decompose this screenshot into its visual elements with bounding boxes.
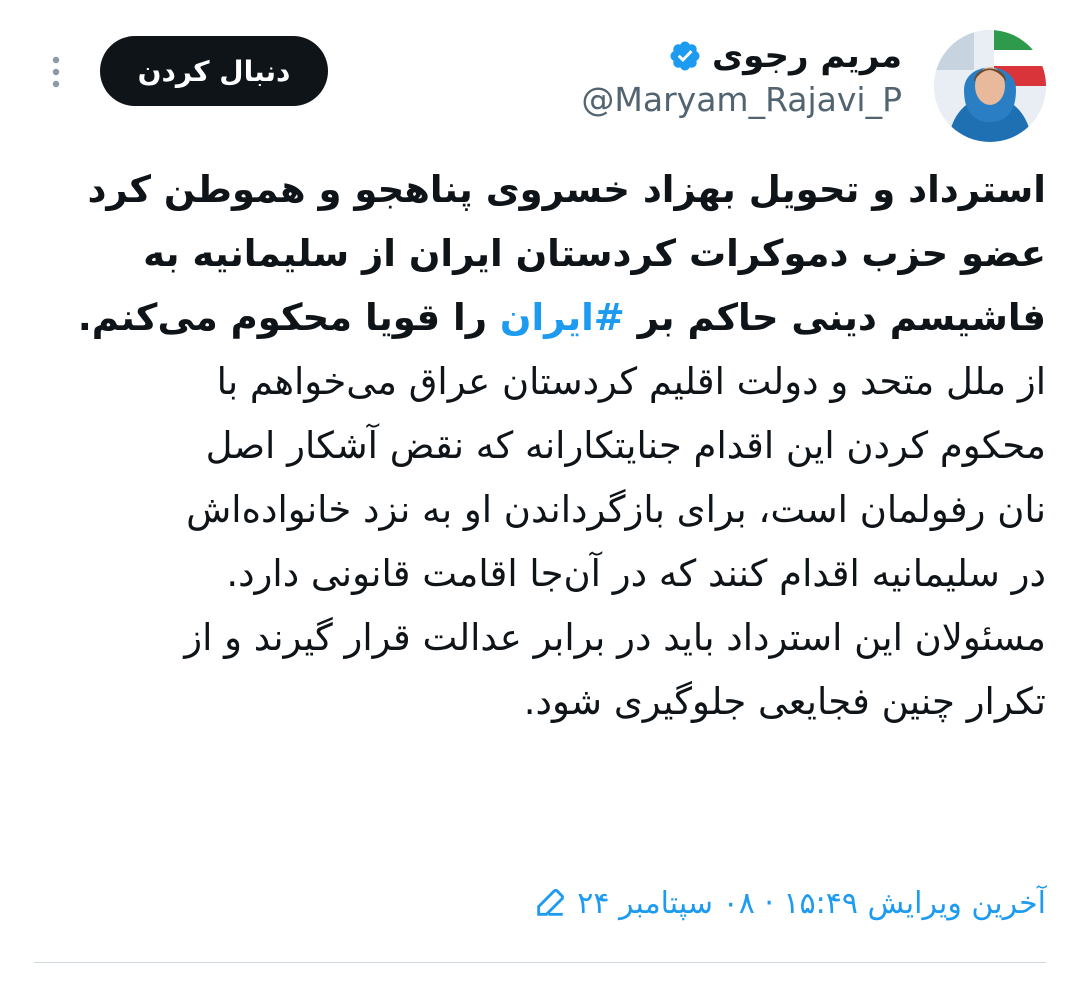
tweet-line: از ملل متحد و دولت اقلیم کردستان عراق می… <box>216 360 1046 403</box>
edit-pencil-icon <box>533 886 567 920</box>
tweet-line: استرداد و تحویل بهزاد خسروی پناهجو و همو… <box>87 168 1046 211</box>
tweet-text-segment: را قویا محکوم می‌کنم. <box>77 296 500 339</box>
author-name-row[interactable]: مریم رجوی <box>668 30 902 82</box>
divider <box>34 962 1046 963</box>
tweet-line: نان رفولمان است، برای بازگرداندن او به ن… <box>186 488 1046 531</box>
tweet-line: فاشیسم دینی حاکم بر #ایران را قویا محکوم… <box>36 286 1046 350</box>
tweet-line: محکوم کردن این اقدام جنایتکارانه که نقض … <box>205 424 1046 467</box>
follow-button[interactable]: دنبال کردن <box>100 36 328 106</box>
author-handle[interactable]: @Maryam_Rajavi_P <box>581 80 902 119</box>
tweet-line: تکرار چنین فجایعی جلوگیری شود. <box>523 680 1046 723</box>
verified-badge-icon <box>668 39 702 73</box>
tweet-line: در سلیمانیه اقدام کنند که در آن‌جا اقامت… <box>226 552 1046 595</box>
edited-timestamp[interactable]: آخرین ویرایش ۱۵:۴۹ · ۰۸ سپتامبر ۲۴ <box>577 886 1046 921</box>
hashtag-link[interactable]: #ایران <box>500 296 625 339</box>
edit-history-link[interactable]: آخرین ویرایش ۱۵:۴۹ · ۰۸ سپتامبر ۲۴ <box>533 880 1046 926</box>
more-vertical-icon[interactable] <box>46 52 66 92</box>
tweet-line: مسئولان این استرداد باید در برابر عدالت … <box>184 616 1046 659</box>
avatar[interactable] <box>934 30 1046 142</box>
author-display-name[interactable]: مریم رجوی <box>712 36 902 76</box>
tweet-line: عضو حزب دموکرات کردستان ایران از سلیمانی… <box>143 232 1046 275</box>
tweet-text-segment: فاشیسم دینی حاکم بر <box>624 296 1046 339</box>
tweet-text: استرداد و تحویل بهزاد خسروی پناهجو و همو… <box>36 158 1046 734</box>
tweet-card: مریم رجوی @Maryam_Rajavi_P دنبال کردن اس… <box>0 0 1080 994</box>
